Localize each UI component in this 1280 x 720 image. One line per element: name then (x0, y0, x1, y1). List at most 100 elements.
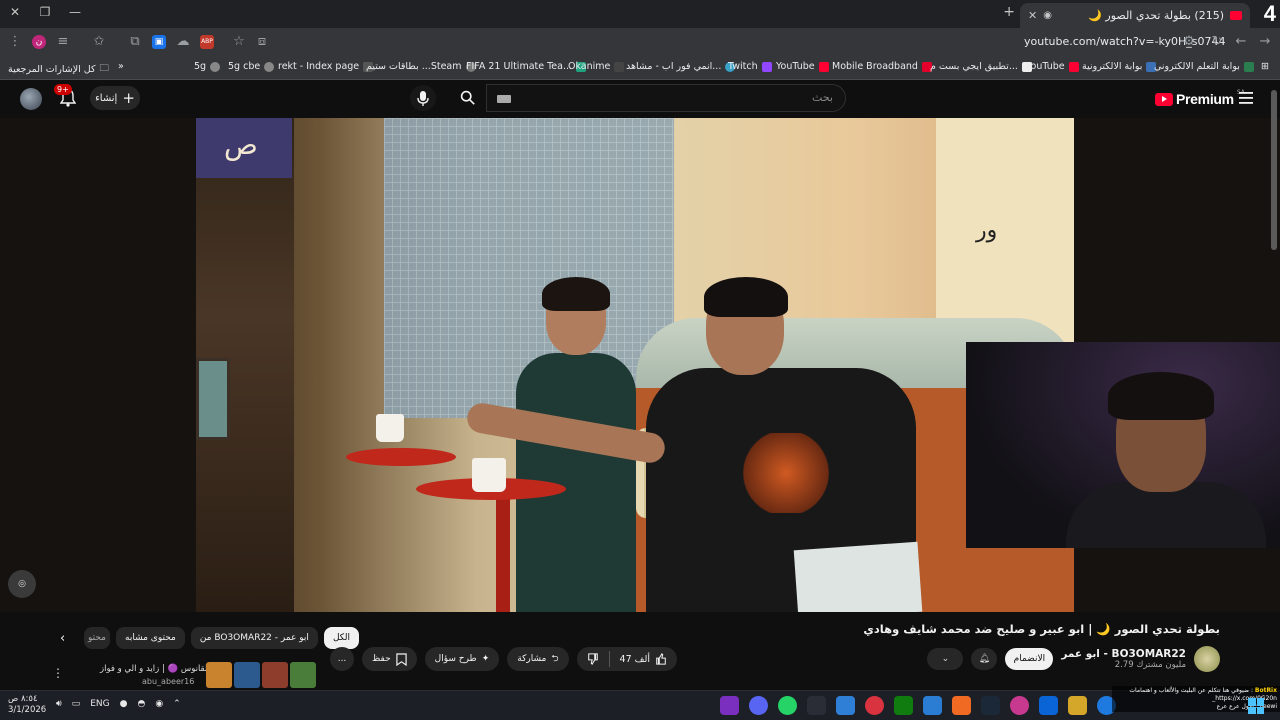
app-tray-icon[interactable]: ◉ (155, 699, 163, 709)
account-avatar[interactable] (20, 88, 42, 110)
like-button[interactable]: 47 ألف (610, 647, 677, 671)
forward-icon[interactable]: ← (1232, 34, 1250, 49)
bookmark-item[interactable]: YouTube (776, 61, 829, 72)
file-explorer-icon[interactable] (1068, 696, 1087, 715)
create-button[interactable]: إنشاء + (90, 86, 140, 110)
thumbnail (206, 662, 232, 688)
youtube-premium-logo[interactable]: Premium SA (1155, 89, 1245, 107)
bookmark-item[interactable]: rekt - Index page (278, 61, 374, 72)
app-tray-icon[interactable]: ◓ (137, 699, 145, 709)
save-button[interactable]: حفظ (362, 647, 417, 671)
bookmark-item[interactable]: 5g (194, 61, 221, 72)
bookmark-item[interactable]: Okanime (568, 61, 625, 72)
subscription-bell-button[interactable]: ⌄ (927, 648, 964, 670)
bookmark-item[interactable]: تطبيق ايجي بست م... (930, 61, 1032, 72)
bookmark-item[interactable]: بطاقات ستيم ...Steam (366, 61, 476, 72)
bookmark-item[interactable]: بوابة التعلم الالكتروني (1154, 61, 1254, 72)
adblock-icon[interactable]: ABP (200, 35, 214, 49)
bookmark-item[interactable]: Twitch (728, 61, 772, 72)
bookmark-item[interactable]: Mobile Broadband (832, 61, 932, 72)
app-icon[interactable] (923, 696, 942, 715)
site-settings-icon[interactable]: ⚙ (1180, 34, 1198, 49)
extension-cloud-icon[interactable]: ☁ (174, 34, 192, 49)
bookmark-item[interactable]: انمي فور اب - مشاهد... (626, 61, 736, 72)
below-player: بطولة تحدي الصور 🌙 | ابو عبير و صليح ضد … (0, 612, 1280, 690)
new-tab-button[interactable]: + (1003, 4, 1015, 20)
search-input[interactable]: بحث (486, 84, 846, 112)
bookmark-item[interactable]: YouTube (1026, 61, 1079, 72)
browser-toolbar: ⋮ ن ≡ ✩ ⧉ ▣ ☁ ABP ☆ ⧈ youtube.com/watch?… (0, 28, 1280, 56)
profile-avatar-icon[interactable]: ن (32, 35, 46, 49)
reading-list-icon[interactable]: ≡ (54, 34, 72, 49)
video-player[interactable]: ص ور ◎ (0, 118, 1280, 612)
microphone-tray-icon[interactable]: ● (120, 699, 128, 709)
voice-search-button[interactable] (410, 85, 436, 111)
bookmark-item[interactable]: 5g cbe (228, 61, 275, 72)
browser-menu-icon[interactable]: ⋮ (6, 34, 24, 49)
box-prop (793, 541, 923, 612)
ask-button[interactable]: طرح سؤال ✦ (424, 647, 500, 671)
all-bookmarks-button[interactable]: كل الإشارات المرجعية 🗀 (8, 61, 109, 77)
microphone-icon (417, 91, 429, 106)
xbox-icon[interactable] (894, 696, 913, 715)
bookmark-label: بوابة الالكترونية (1082, 61, 1143, 72)
app-icon[interactable] (720, 696, 739, 715)
more-vert-icon[interactable]: ⋮ (52, 666, 64, 680)
chip-partial[interactable]: محتو (84, 627, 110, 649)
app-icon[interactable] (952, 696, 971, 715)
tray-overflow-icon[interactable]: ⌃ (173, 699, 181, 709)
audio-icon[interactable]: ◉ (1043, 10, 1052, 21)
chip-related[interactable]: محتوى مشابه (116, 627, 185, 649)
back-icon[interactable]: → (1256, 34, 1274, 49)
search-button[interactable] (452, 84, 484, 112)
discord-icon[interactable] (749, 696, 768, 715)
restore-window-icon[interactable]: ❐ (36, 5, 54, 19)
page-scrollbar[interactable] (1271, 90, 1277, 250)
volume-icon[interactable]: 🔊︎ (56, 699, 62, 709)
share-button[interactable]: مشاركة ⮌ (507, 647, 569, 671)
chrome-icon[interactable] (1010, 696, 1029, 715)
close-window-icon[interactable]: ✕ (6, 5, 24, 19)
extensions-icon[interactable]: ⧉ (126, 34, 144, 49)
app-icon[interactable] (865, 696, 884, 715)
chip-from-channel[interactable]: من BO3OMAR22 - ابو عمر (190, 627, 318, 649)
bookmark-label: انمي فور اب - مشاهد... (626, 61, 722, 72)
bookmark-star-icon[interactable]: ☆ (230, 34, 248, 49)
more-actions-button[interactable]: ... (330, 647, 354, 671)
join-button[interactable]: الانضمام (1005, 648, 1054, 670)
chip-all[interactable]: الكل (323, 627, 359, 649)
app-icon[interactable] (807, 696, 826, 715)
channel-meta: ابو عمر - BO3OMAR22 2.79 مليون مشترك (1061, 648, 1186, 670)
notification-settings-button[interactable]: 🔔︎ (971, 648, 998, 670)
channel-name[interactable]: ابو عمر - BO3OMAR22 (1061, 648, 1186, 660)
chips-prev-icon[interactable]: ‹ (60, 631, 65, 646)
install-app-icon[interactable]: ⧈ (253, 34, 271, 49)
bookmark-item[interactable]: بوابة الالكترونية (1082, 61, 1157, 72)
dislike-button[interactable] (577, 647, 609, 671)
tab-close-icon[interactable]: ✕ (1028, 9, 1037, 22)
channel-avatar[interactable] (1194, 646, 1220, 672)
steam-icon[interactable] (981, 696, 1000, 715)
outlook-icon[interactable] (1039, 696, 1058, 715)
clock[interactable]: ٨:٥٤ ص 3/1/2026 (8, 694, 46, 716)
reload-icon[interactable]: ↻ (1208, 34, 1226, 49)
taskbar-apps (720, 696, 1116, 715)
hamburger-menu-icon[interactable] (1239, 92, 1253, 104)
live-recommendation[interactable]: ⋮ القانوس 🟣 | زايد و الي و فواز abu_abee… (50, 662, 330, 688)
bookmarks-overflow-button[interactable]: » (118, 61, 124, 72)
apps-grid-icon[interactable]: ⊞ (1261, 61, 1269, 72)
photos-icon[interactable] (836, 696, 855, 715)
channel-watermark-icon[interactable]: ◎ (8, 570, 36, 598)
minimize-window-icon[interactable]: — (66, 5, 84, 19)
active-tab[interactable]: (215) بطولة تحدي الصور 🌙 ◉ ✕ (1020, 3, 1250, 28)
input-language[interactable]: ENG (90, 699, 109, 709)
tab-title: (215) بطولة تحدي الصور 🌙 (1088, 9, 1224, 22)
keyboard-icon[interactable] (497, 95, 511, 103)
whatsapp-icon[interactable] (778, 696, 797, 715)
start-button[interactable] (1248, 698, 1264, 714)
network-icon[interactable]: ▭ (72, 699, 81, 709)
favorites-icon[interactable]: ✩ (90, 34, 108, 49)
taskbar: ٨:٥٤ ص 3/1/2026 🔊︎ ▭ ENG ● ◓ ◉ ⌃ BotRix … (0, 686, 1280, 720)
bookmark-icon (395, 652, 407, 666)
extension-blue-icon[interactable]: ▣ (152, 35, 166, 49)
